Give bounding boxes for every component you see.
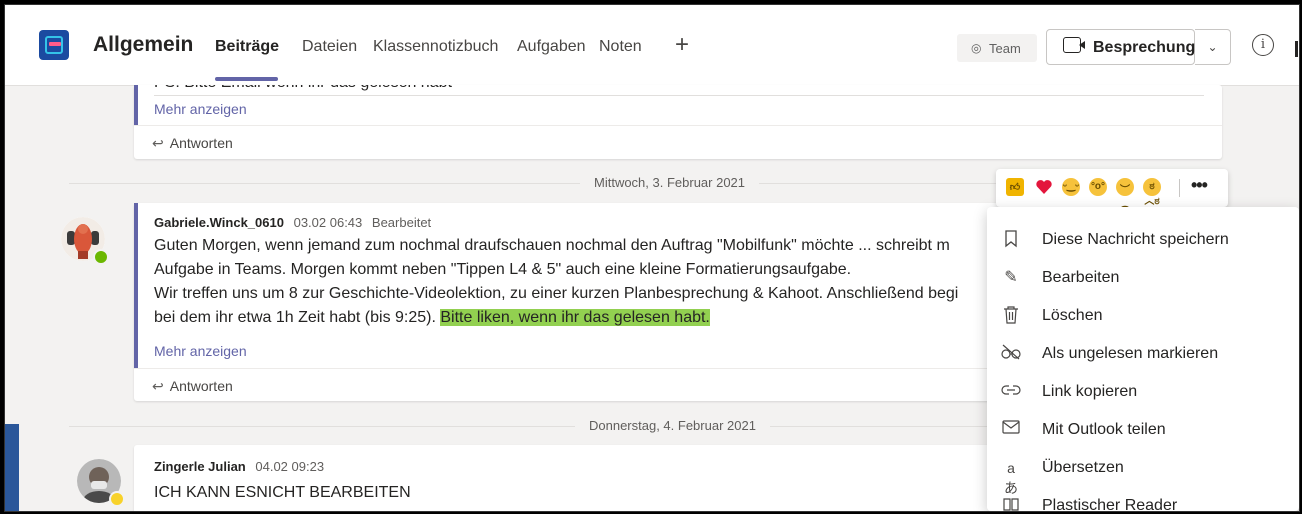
date-label: Donnerstag, 4. Februar 2021 — [575, 418, 770, 433]
pencil-icon: ✎ — [1004, 269, 1018, 286]
add-tab-icon[interactable]: + — [675, 31, 689, 59]
angry-icon[interactable]: ಠ︿ಠ — [1143, 178, 1161, 207]
trash-icon — [1001, 306, 1021, 326]
date-label: Mittwoch, 3. Februar 2021 — [580, 175, 760, 190]
tab-klassennotizbuch[interactable]: Klassennotizbuch — [373, 38, 498, 56]
heart-icon[interactable] — [1035, 178, 1053, 196]
presence-available-icon — [93, 249, 109, 265]
chevron-down-icon: ⌄ — [1207, 40, 1218, 54]
team-logo-icon[interactable] — [39, 30, 69, 60]
message-text: ICH KANN ESNICHT BEARBEITEN — [154, 484, 411, 501]
laugh-icon[interactable]: ᵕ‿ᵕ — [1062, 178, 1080, 196]
bookmark-icon — [1001, 230, 1021, 250]
menu-item-mark-unread[interactable]: Als ungelesen markieren — [987, 335, 1299, 373]
message-line-4-text: bei dem ihr etwa 1h Zeit habt (bis 9:25)… — [154, 309, 441, 326]
taskbar-edge — [5, 424, 19, 511]
eye-icon: ◎ — [971, 41, 982, 55]
reply-button[interactable]: ↩ Antworten — [152, 135, 233, 152]
message-line-4: bei dem ihr etwa 1h Zeit habt (bis 9:25)… — [154, 306, 710, 330]
teams-window: Allgemein Beiträge Dateien Klassennotizb… — [4, 4, 1300, 512]
reply-arrow-icon: ↩ — [152, 135, 164, 151]
like-icon[interactable]: 👍︎ — [1006, 178, 1024, 196]
channel-header: Allgemein Beiträge Dateien Klassennotizb… — [5, 5, 1299, 86]
message-meta: Gabriele.Winck_0610 03.02 06:43 Bearbeit… — [154, 215, 431, 230]
menu-item-delete[interactable]: Löschen — [987, 297, 1299, 335]
message-time: 03.02 06:43 — [293, 215, 363, 230]
reader-icon — [1001, 496, 1021, 511]
menu-item-immersive-reader[interactable]: Plastischer Reader — [987, 487, 1299, 512]
mail-icon — [1001, 420, 1021, 440]
translate-icon: aあ — [1004, 460, 1018, 496]
menu-item-save[interactable]: Diese Nachricht speichern — [987, 221, 1299, 259]
show-more-link[interactable]: Mehr anzeigen — [154, 343, 247, 359]
meet-dropdown-button[interactable]: ⌄ — [1195, 29, 1231, 65]
menu-item-label: Löschen — [1042, 307, 1103, 324]
reply-label: Antworten — [169, 135, 233, 151]
highlighted-text: Bitte liken, wenn ihr das gelesen habt. — [440, 309, 710, 326]
glasses-icon — [1001, 344, 1021, 364]
menu-item-share-outlook[interactable]: Mit Outlook teilen — [987, 411, 1299, 449]
menu-item-label: Link kopieren — [1042, 383, 1138, 400]
tab-noten[interactable]: Noten — [599, 38, 642, 56]
menu-item-label: Diese Nachricht speichern — [1042, 231, 1229, 248]
team-label: Team — [989, 41, 1021, 56]
reply-label: Antworten — [169, 378, 233, 394]
tab-dateien[interactable]: Dateien — [302, 38, 357, 56]
tab-beitraege[interactable]: Beiträge — [215, 38, 279, 56]
message-line-2: Aufgabe in Teams. Morgen kommt neben "Ti… — [154, 261, 852, 278]
message-text-cut: PS: Bitte Email wenn ihr das gelesen hab… — [154, 85, 452, 93]
menu-item-label: Als ungelesen markieren — [1042, 345, 1219, 362]
presence-away-icon — [109, 491, 125, 507]
author-name[interactable]: Zingerle Julian — [154, 459, 246, 474]
info-icon[interactable]: i — [1252, 34, 1274, 56]
message-time: 04.02 09:23 — [255, 459, 325, 474]
menu-item-label: Bearbeiten — [1042, 269, 1120, 286]
reply-button[interactable]: ↩ Antworten — [152, 378, 233, 395]
author-name[interactable]: Gabriele.Winck_0610 — [154, 215, 284, 230]
message-line-1: Guten Morgen, wenn jemand zum nochmal dr… — [154, 237, 950, 254]
message-line-3: Wir treffen uns um 8 zur Geschichte-Vide… — [154, 285, 959, 302]
menu-item-copy-link[interactable]: Link kopieren — [987, 373, 1299, 411]
meet-label: Besprechung — [1093, 39, 1196, 56]
link-icon — [1001, 382, 1021, 402]
team-visibility-button[interactable]: ◎ Team — [957, 34, 1037, 62]
message-card-previous: PS: Bitte Email wenn ihr das gelesen hab… — [134, 85, 1222, 159]
window-edge — [1295, 41, 1298, 57]
menu-item-translate[interactable]: aあ Übersetzen — [987, 449, 1299, 496]
menu-item-edit[interactable]: ✎ Bearbeiten — [987, 259, 1299, 297]
show-more-link[interactable]: Mehr anzeigen — [154, 101, 247, 117]
reply-arrow-icon: ↩ — [152, 378, 164, 394]
edited-label: Bearbeitet — [371, 215, 432, 230]
meet-button[interactable]: Besprechung — [1046, 29, 1195, 65]
active-tab-indicator — [215, 77, 278, 81]
tab-aufgaben[interactable]: Aufgaben — [517, 38, 586, 56]
more-options-icon[interactable]: ••• — [1191, 175, 1208, 196]
surprised-icon[interactable]: °o° — [1089, 178, 1107, 196]
menu-item-label: Mit Outlook teilen — [1042, 421, 1166, 438]
reaction-bar: 👍︎ ᵕ‿ᵕ °o° ︶︵ ಠ︿ಠ ••• — [996, 169, 1228, 211]
message-context-menu: Diese Nachricht speichern ✎ Bearbeiten L… — [987, 207, 1299, 511]
sad-icon[interactable]: ︶︵ — [1116, 178, 1134, 211]
menu-item-label: Übersetzen — [1042, 459, 1124, 476]
message-meta: Zingerle Julian 04.02 09:23 — [154, 459, 324, 474]
menu-item-label: Plastischer Reader — [1042, 497, 1178, 512]
channel-title: Allgemein — [93, 33, 194, 56]
